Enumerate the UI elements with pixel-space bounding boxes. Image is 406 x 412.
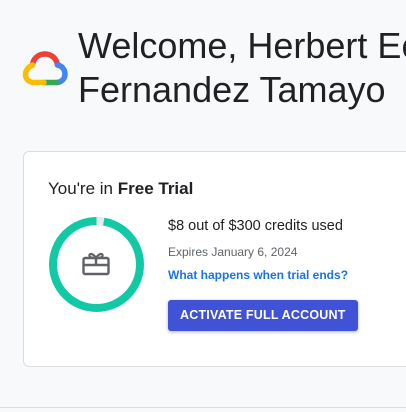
credits-used-text: $8 out of $300 credits used	[168, 218, 343, 234]
trial-info: $8 out of $300 credits used Expires Janu…	[168, 216, 406, 331]
welcome-line-2: Fernandez Tamayo	[78, 69, 386, 110]
header: Welcome, Herbert Ec Fernandez Tamayo	[0, 0, 406, 130]
google-cloud-logo-icon	[22, 51, 68, 86]
free-trial-card: You're in Free Trial $8 out of $300 cred…	[23, 151, 406, 367]
welcome-line-1: Welcome, Herbert Ec	[78, 25, 406, 66]
activate-full-account-button[interactable]: ACTIVATE FULL ACCOUNT	[168, 300, 358, 331]
trial-ends-link[interactable]: What happens when trial ends?	[168, 267, 406, 283]
card-title-prefix: You're in	[48, 179, 118, 198]
welcome-heading: Welcome, Herbert Ec Fernandez Tamayo	[78, 24, 406, 112]
page: Welcome, Herbert Ec Fernandez Tamayo You…	[0, 0, 406, 412]
card-title-emphasis: Free Trial	[117, 179, 194, 198]
card-title: You're in Free Trial	[48, 178, 193, 200]
credits-progress-ring	[49, 217, 144, 312]
gift-card-icon	[82, 252, 110, 276]
divider	[0, 407, 406, 408]
expiration-text: Expires January 6, 2024	[168, 245, 298, 259]
